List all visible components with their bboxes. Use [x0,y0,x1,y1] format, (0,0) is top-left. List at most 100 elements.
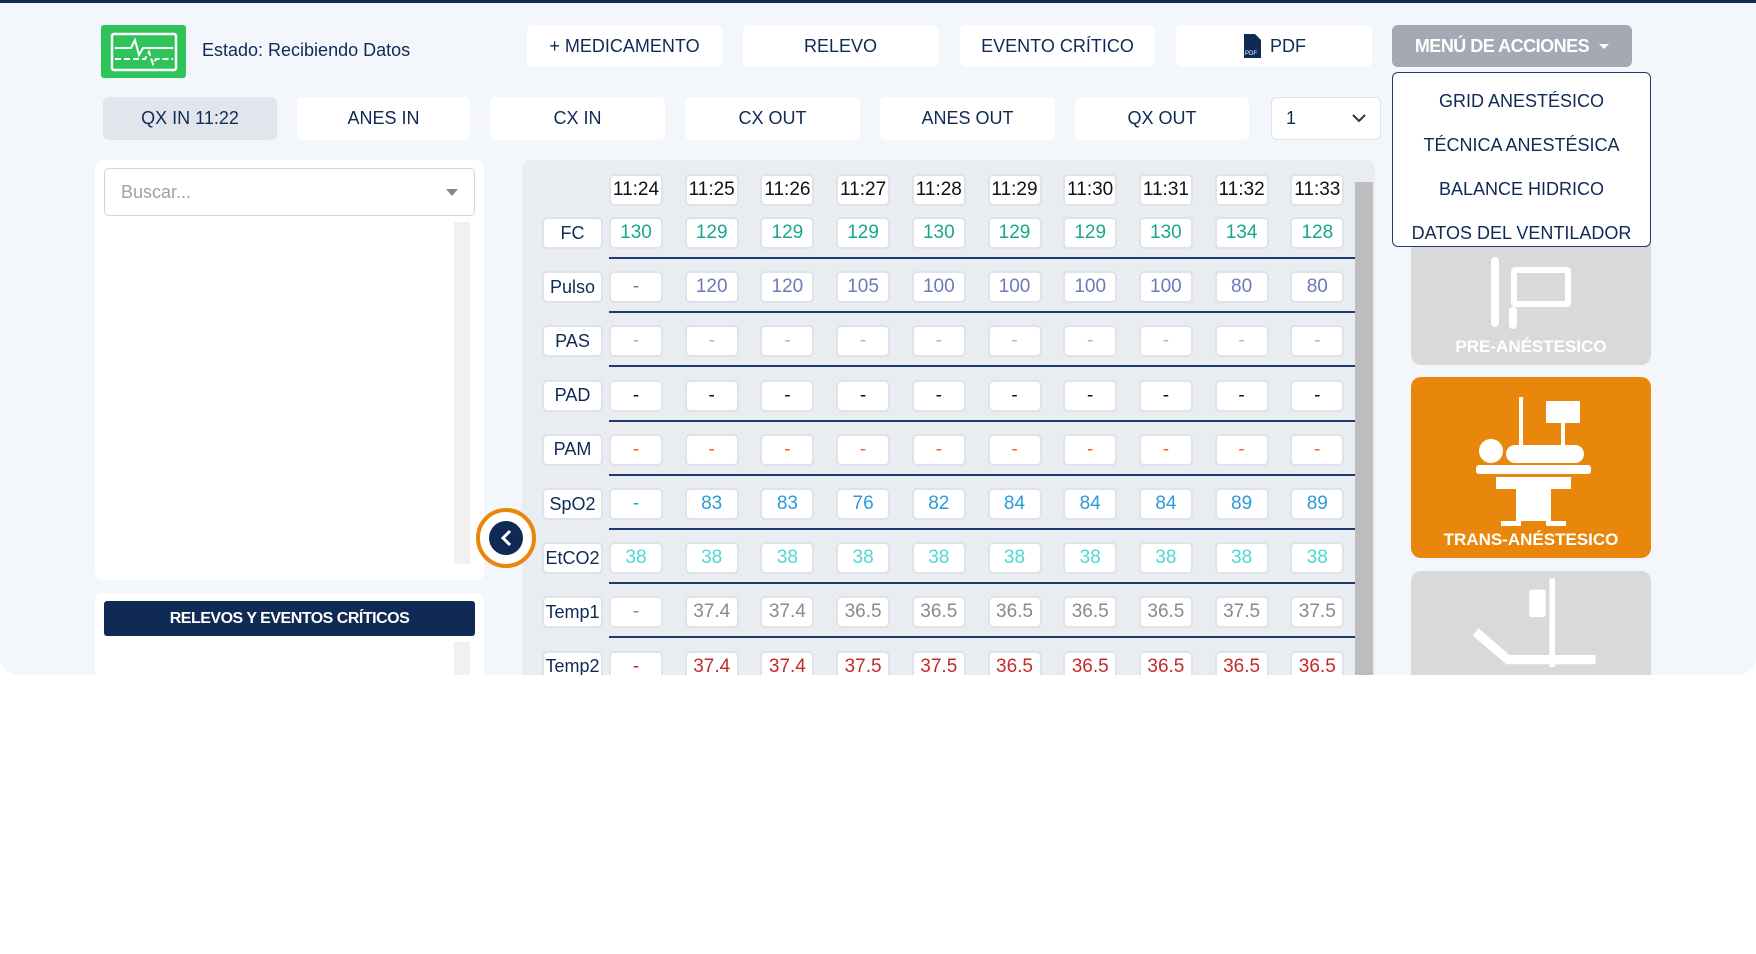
vital-cell[interactable]: - [911,325,966,358]
vital-cell[interactable]: - [1290,325,1345,358]
vital-cell[interactable]: 100 [987,271,1042,304]
vital-cell[interactable]: 37.5 [911,650,966,675]
vital-cell[interactable]: 130 [609,217,663,249]
vital-cell[interactable]: 38 [760,542,815,575]
vital-cell[interactable]: - [911,379,966,412]
vital-cell[interactable]: 38 [609,542,663,575]
actions-menu-button[interactable]: MENÚ DE ACCIONES [1392,25,1632,67]
qx-out-button[interactable]: QX OUT [1075,97,1249,140]
vital-cell[interactable]: - [684,325,739,358]
vital-cell[interactable]: - [760,325,815,358]
vital-cell[interactable]: 36.5 [1063,596,1118,629]
vital-cell[interactable]: - [609,325,663,358]
vital-cell[interactable]: 100 [1138,271,1193,304]
relevo-button[interactable]: RELEVO [743,25,938,67]
vital-cell[interactable]: - [836,433,891,466]
phase-post-anestesico[interactable] [1411,571,1651,675]
vital-cell[interactable]: 37.5 [1290,596,1345,629]
vital-cell[interactable]: 129 [760,217,815,249]
vital-cell[interactable]: 89 [1214,488,1269,520]
anes-in-button[interactable]: ANES IN [297,97,470,140]
vital-cell[interactable]: - [987,379,1042,412]
vital-cell[interactable]: 129 [836,217,891,249]
vital-cell[interactable]: 38 [1138,542,1193,575]
menu-item-tecnica[interactable]: TÉCNICA ANESTÉSICA [1393,123,1650,167]
cx-in-button[interactable]: CX IN [490,97,665,140]
vital-cell[interactable]: 76 [836,488,891,520]
relevos-scrollbar[interactable] [454,642,470,675]
vital-cell[interactable]: - [1290,433,1345,466]
vital-cell[interactable]: 36.5 [1138,650,1193,675]
vital-cell[interactable]: - [987,433,1042,466]
vital-cell[interactable]: 120 [760,271,815,304]
vital-cell[interactable]: 36.5 [836,596,891,629]
interval-select[interactable]: 1 [1271,97,1381,140]
vital-cell[interactable]: - [1214,379,1269,412]
vital-cell[interactable]: 80 [1290,271,1345,304]
pdf-button[interactable]: PDF PDF [1176,25,1372,67]
vital-cell[interactable]: - [684,379,739,412]
vital-cell[interactable]: - [987,325,1042,358]
vital-cell[interactable]: 36.5 [911,596,966,629]
vital-cell[interactable]: - [1138,379,1193,412]
qx-in-button[interactable]: QX IN 11:22 [103,97,277,140]
vital-cell[interactable]: 36.5 [987,596,1042,629]
vital-cell[interactable]: - [836,325,891,358]
vital-cell[interactable]: 120 [684,271,739,304]
vital-cell[interactable]: 83 [760,488,815,520]
vital-cell[interactable]: 82 [911,488,966,520]
vital-cell[interactable]: 37.4 [760,650,815,675]
vital-cell[interactable]: 105 [836,271,891,304]
vital-cell[interactable]: - [1063,433,1118,466]
vital-cell[interactable]: 134 [1214,217,1269,249]
vital-cell[interactable]: 38 [987,542,1042,575]
vital-cell[interactable]: 38 [1290,542,1345,575]
menu-item-ventilador[interactable]: DATOS DEL VENTILADOR [1393,211,1650,255]
vital-cell[interactable]: 37.5 [836,650,891,675]
vital-cell[interactable]: 38 [1214,542,1269,575]
vital-cell[interactable]: 100 [1063,271,1118,304]
vital-cell[interactable]: 84 [1138,488,1193,520]
collapse-panel-button[interactable] [476,508,536,568]
vital-cell[interactable]: 36.5 [987,650,1042,675]
vital-cell[interactable]: 130 [911,217,966,249]
add-medication-button[interactable]: + MEDICAMENTO [527,25,722,67]
vital-cell[interactable]: - [609,271,663,304]
vital-cell[interactable]: - [1214,325,1269,358]
vital-cell[interactable]: - [609,433,663,466]
vital-cell[interactable]: - [836,379,891,412]
cx-out-button[interactable]: CX OUT [685,97,860,140]
search-input[interactable]: Buscar... [104,168,475,216]
vital-cell[interactable]: 38 [684,542,739,575]
grid-scrollbar[interactable] [1355,182,1373,675]
vital-cell[interactable]: - [609,650,663,675]
vital-cell[interactable]: 38 [836,542,891,575]
vital-cell[interactable]: 129 [1063,217,1118,249]
vital-cell[interactable]: 84 [1063,488,1118,520]
menu-item-grid[interactable]: GRID ANESTÉSICO [1393,79,1650,123]
vital-cell[interactable]: - [1063,379,1118,412]
vital-cell[interactable]: 37.4 [684,596,739,629]
vital-cell[interactable]: 100 [911,271,966,304]
phase-trans-anestesico[interactable]: TRANS-ANÉSTESICO [1411,377,1651,558]
vital-cell[interactable]: 37.5 [1214,596,1269,629]
vital-cell[interactable]: - [1290,379,1345,412]
vital-cell[interactable]: 38 [1063,542,1118,575]
vital-cell[interactable]: 36.5 [1214,650,1269,675]
vital-cell[interactable]: 129 [684,217,739,249]
vital-cell[interactable]: - [760,433,815,466]
vital-cell[interactable]: 38 [911,542,966,575]
vital-cell[interactable]: 37.4 [760,596,815,629]
vital-cell[interactable]: 128 [1290,217,1345,249]
vital-cell[interactable]: 36.5 [1290,650,1345,675]
vital-cell[interactable]: - [1138,325,1193,358]
critical-event-button[interactable]: EVENTO CRÍTICO [960,25,1155,67]
vital-cell[interactable]: 84 [987,488,1042,520]
vital-cell[interactable]: - [760,379,815,412]
vital-cell[interactable]: - [1063,325,1118,358]
vital-cell[interactable]: 130 [1138,217,1193,249]
vital-cell[interactable]: 36.5 [1063,650,1118,675]
vital-cell[interactable]: - [1214,433,1269,466]
vital-cell[interactable]: - [911,433,966,466]
vital-cell[interactable]: 89 [1290,488,1345,520]
